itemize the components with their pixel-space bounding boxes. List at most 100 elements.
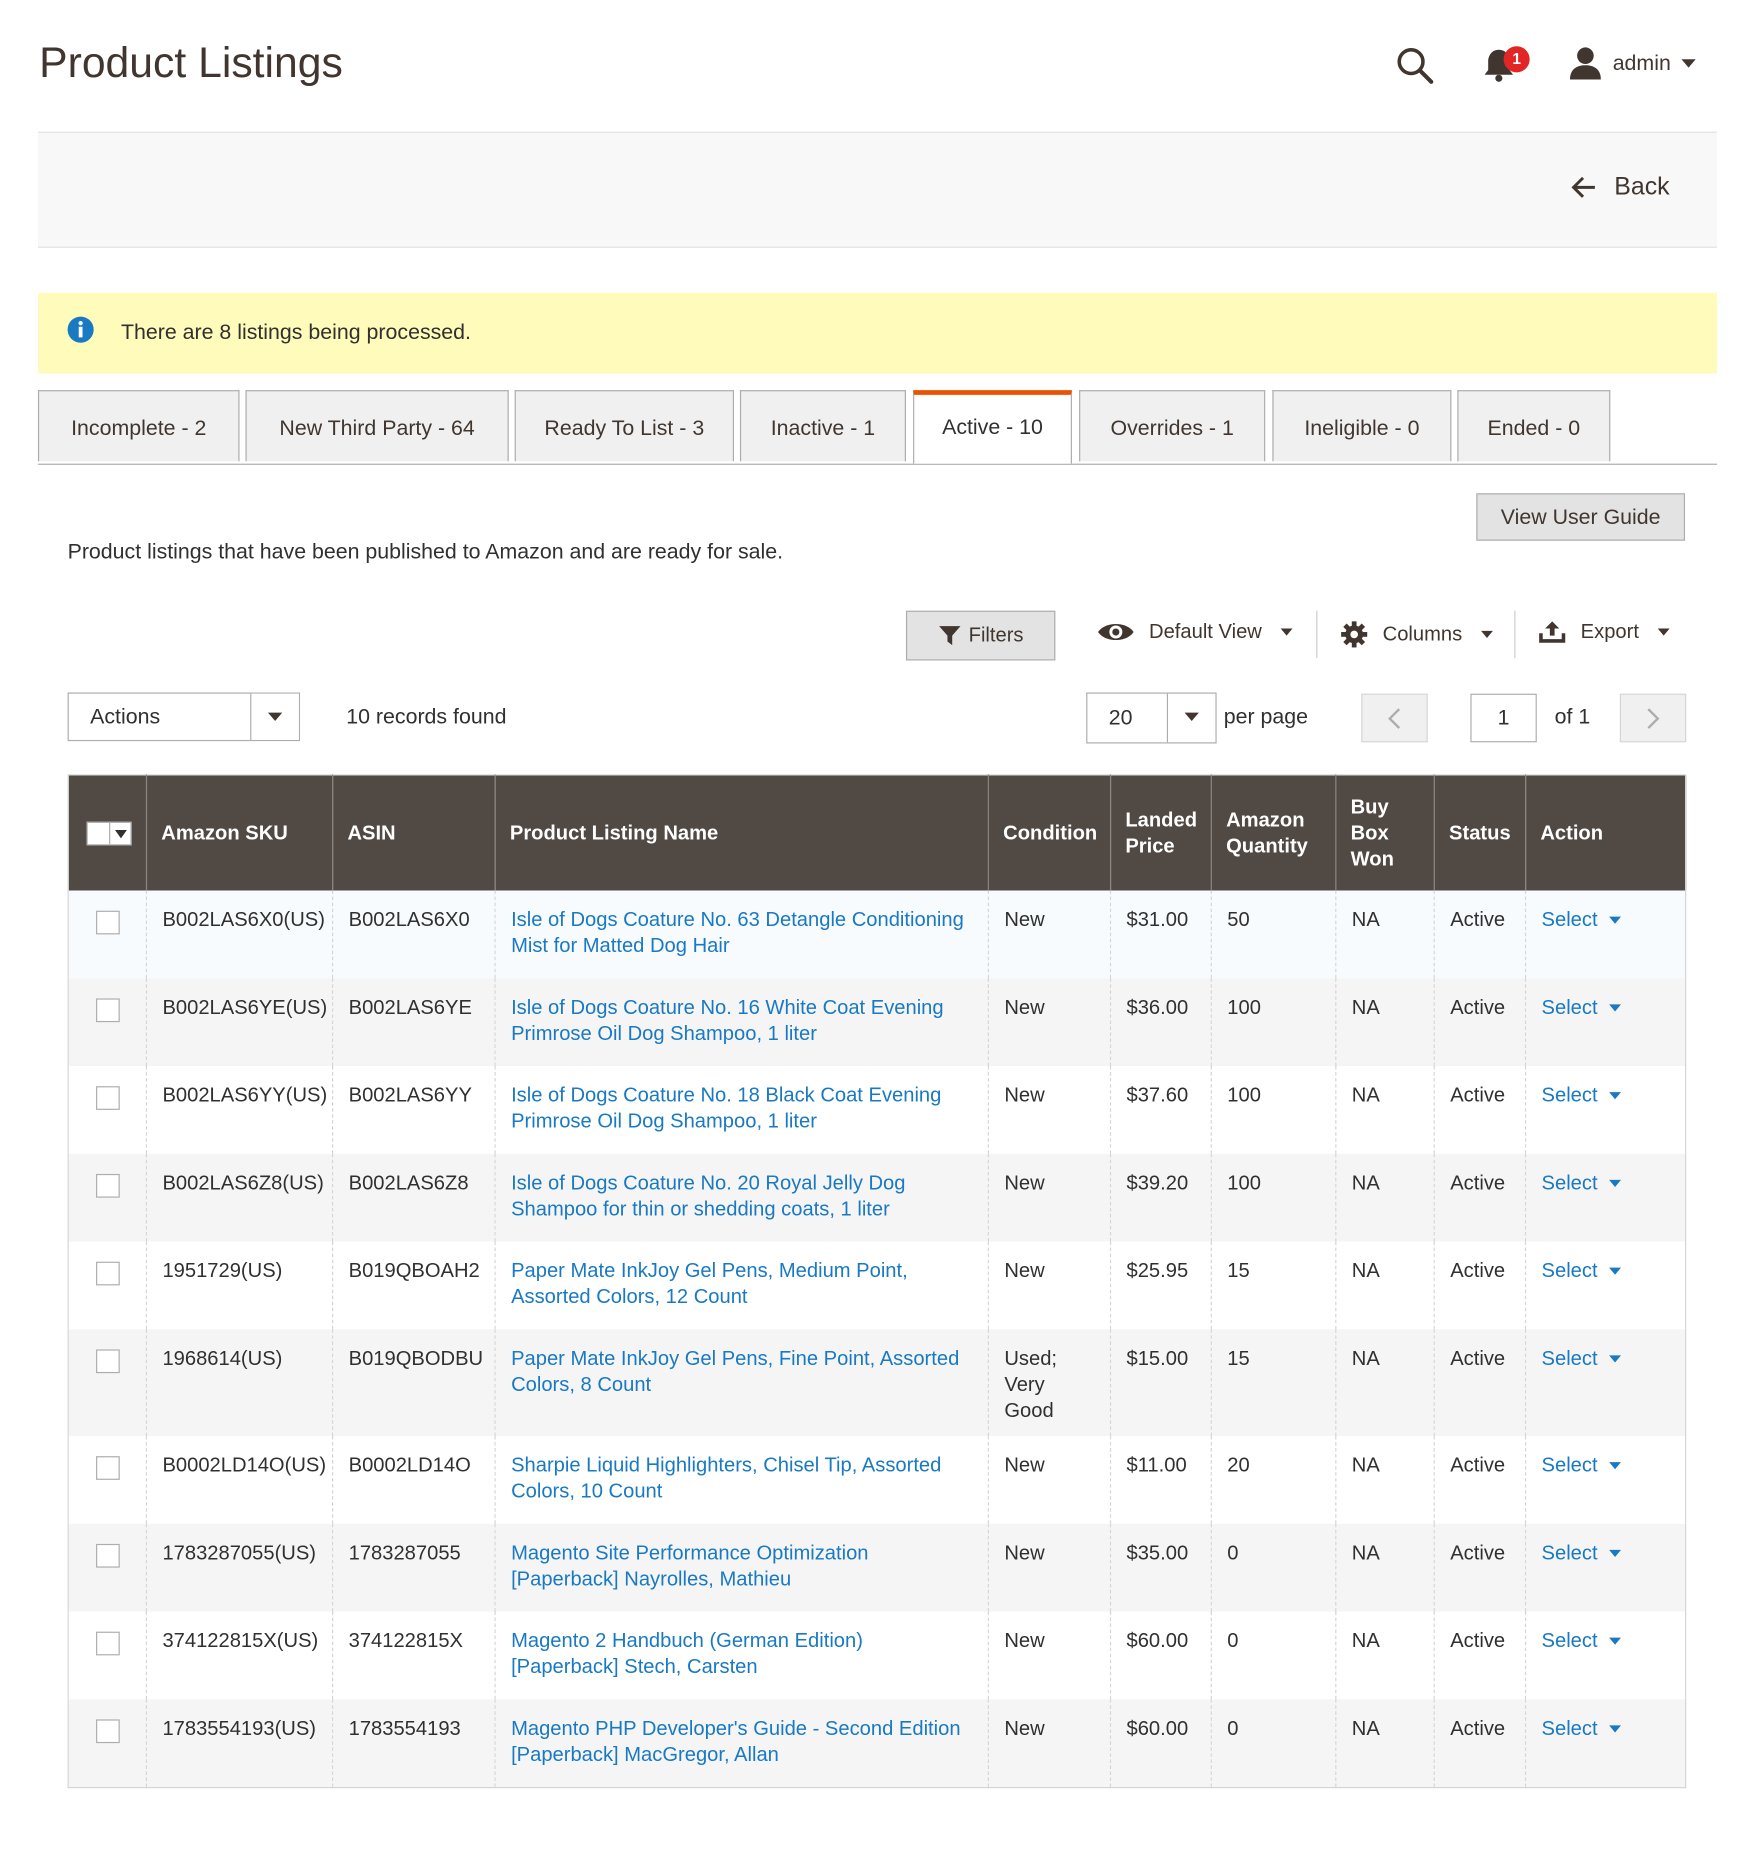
user-icon[interactable] <box>1568 45 1604 81</box>
column-header-asin[interactable]: ASIN <box>332 774 496 891</box>
row-checkbox[interactable] <box>96 1261 120 1286</box>
row-action-select[interactable]: Select <box>1542 1083 1622 1109</box>
default-view-dropdown[interactable]: Default View <box>1097 620 1293 644</box>
row-checkbox[interactable] <box>96 1086 120 1110</box>
column-header-status[interactable]: Status <box>1433 774 1526 891</box>
cell-buy-box-won: NA <box>1335 978 1435 1067</box>
row-action-select[interactable]: Select <box>1542 1258 1622 1284</box>
row-checkbox[interactable] <box>96 998 120 1023</box>
column-header-amazon-quantity[interactable]: Amazon Quantity <box>1210 774 1336 891</box>
product-name-link[interactable]: Magento 2 Handbuch (German Edition) [Pap… <box>511 1629 863 1678</box>
table-row: 1951729(US) B019QBOAH2 Paper Mate InkJoy G… <box>68 1241 1686 1330</box>
product-name-link[interactable]: Magento Site Performance Optimization [P… <box>511 1542 868 1591</box>
product-name-link[interactable]: Magento PHP Developer's Guide - Second E… <box>511 1717 960 1766</box>
cell-amazon-quantity-text: 100 <box>1227 1171 1261 1195</box>
table-row: B002LAS6X0(US) B002LAS6X0 Isle of Dogs Coa… <box>68 890 1686 979</box>
cell-select <box>68 1436 147 1524</box>
tab-new-third-party[interactable]: New Third Party - 64 <box>245 390 509 462</box>
product-name-link[interactable]: Isle of Dogs Coature No. 20 Royal Jelly … <box>511 1172 905 1221</box>
cell-status: Active <box>1433 1241 1526 1330</box>
cell-asin: B002LAS6YY <box>332 1066 496 1154</box>
current-page-input[interactable]: 1 <box>1470 693 1537 743</box>
row-action-select[interactable]: Select <box>1542 995 1622 1021</box>
table-row: 1968614(US) B019QBODBU Paper Mate InkJoy G… <box>68 1329 1686 1437</box>
cell-select <box>68 978 147 1067</box>
row-action-select[interactable]: Select <box>1542 1170 1622 1196</box>
info-message: There are 8 listings being processed. <box>37 292 1718 374</box>
product-name-link[interactable]: Sharpie Liquid Highlighters, Chisel Tip,… <box>511 1454 941 1503</box>
row-action-label: Select <box>1541 1083 1598 1107</box>
cell-amazon-quantity: 100 <box>1210 978 1336 1067</box>
chevron-down-icon[interactable] <box>1681 59 1696 68</box>
cell-condition: New <box>987 1241 1111 1330</box>
row-action-select[interactable]: Select <box>1542 1453 1622 1479</box>
cell-condition-text: New <box>1004 1629 1045 1652</box>
cell-action: Select <box>1524 1611 1686 1700</box>
column-header-buy-box-won[interactable]: Buy Box Won <box>1335 774 1435 891</box>
mass-actions-toggle[interactable] <box>250 693 299 740</box>
product-name-link[interactable]: Isle of Dogs Coature No. 16 White Coat E… <box>511 996 944 1045</box>
row-action-label: Select <box>1541 1347 1598 1370</box>
row-checkbox[interactable] <box>96 1719 120 1744</box>
row-action-select[interactable]: Select <box>1542 907 1622 933</box>
column-header-landed-price[interactable]: Landed Price <box>1109 774 1212 891</box>
previous-page-button[interactable] <box>1361 693 1428 743</box>
cell-amazon-sku-text: 1968614(US) <box>162 1347 283 1370</box>
cell-action: Select <box>1524 1241 1686 1330</box>
export-dropdown[interactable]: Export <box>1538 620 1670 644</box>
row-checkbox[interactable] <box>96 1173 120 1198</box>
page-title: Product Listings <box>39 37 343 87</box>
next-page-button[interactable] <box>1619 693 1687 743</box>
product-name-link[interactable]: Isle of Dogs Coature No. 63 Detangle Con… <box>511 908 964 957</box>
mass-actions-dropdown[interactable]: Actions <box>67 692 301 742</box>
admin-user-menu[interactable]: admin <box>1613 51 1671 76</box>
row-checkbox[interactable] <box>96 1349 120 1374</box>
tab-description: Product listings that have been publishe… <box>67 539 784 564</box>
tab-active[interactable]: Active - 10 <box>913 390 1072 464</box>
row-action-select[interactable]: Select <box>1542 1628 1622 1654</box>
tab-incomplete[interactable]: Incomplete - 2 <box>37 390 240 462</box>
row-action-select[interactable]: Select <box>1542 1540 1622 1566</box>
export-label: Export <box>1580 620 1639 643</box>
row-checkbox[interactable] <box>96 1543 120 1568</box>
row-action-select[interactable]: Select <box>1542 1346 1622 1372</box>
row-action-select[interactable]: Select <box>1542 1716 1622 1742</box>
per-page-toggle[interactable] <box>1166 693 1216 743</box>
mass-select-checkbox[interactable] <box>86 821 132 845</box>
cell-asin-text: B002LAS6YE <box>348 996 472 1019</box>
cell-status: Active <box>1433 1699 1526 1788</box>
product-name-link[interactable]: Paper Mate InkJoy Gel Pens, Medium Point… <box>511 1259 908 1308</box>
tab-ineligible[interactable]: Ineligible - 0 <box>1272 390 1452 462</box>
cell-buy-box-won-text: NA <box>1351 1083 1380 1107</box>
tab-ready-to-list[interactable]: Ready To List - 3 <box>514 390 735 462</box>
column-header-condition[interactable]: Condition <box>987 774 1111 891</box>
row-checkbox[interactable] <box>96 1631 120 1656</box>
tab-inactive[interactable]: Inactive - 1 <box>739 390 906 462</box>
cell-buy-box-won-text: NA <box>1351 1541 1380 1565</box>
notification-count-badge[interactable]: 1 <box>1503 46 1530 73</box>
row-action-label: Select <box>1541 1541 1598 1565</box>
cell-asin: 1783287055 <box>332 1523 496 1612</box>
per-page-select[interactable]: 20 <box>1086 692 1217 744</box>
cell-buy-box-won-text: NA <box>1351 1629 1380 1652</box>
column-header-amazon-sku[interactable]: Amazon SKU <box>145 774 333 891</box>
back-button[interactable]: Back <box>1571 173 1670 201</box>
tab-ended[interactable]: Ended - 0 <box>1457 390 1611 462</box>
chevron-down-icon <box>1609 1267 1622 1275</box>
search-icon[interactable] <box>1395 45 1435 85</box>
row-checkbox[interactable] <box>96 910 120 935</box>
cell-status-text: Active <box>1450 1171 1506 1195</box>
cell-amazon-sku: B002LAS6X0(US) <box>145 890 333 979</box>
cell-buy-box-won-text: NA <box>1351 1259 1380 1282</box>
columns-dropdown[interactable]: Columns <box>1340 620 1494 648</box>
filters-button[interactable]: Filters <box>905 610 1056 661</box>
column-header-product-listing-name[interactable]: Product Listing Name <box>494 774 989 891</box>
tab-overrides[interactable]: Overrides - 1 <box>1079 390 1266 462</box>
product-name-link[interactable]: Isle of Dogs Coature No. 18 Black Coat E… <box>511 1084 941 1133</box>
view-user-guide-button[interactable]: View User Guide <box>1476 493 1686 541</box>
cell-amazon-sku: B002LAS6Z8(US) <box>145 1153 333 1242</box>
row-checkbox[interactable] <box>96 1456 120 1480</box>
mass-actions-label: Actions <box>90 704 161 729</box>
product-name-link[interactable]: Paper Mate InkJoy Gel Pens, Fine Point, … <box>511 1347 959 1396</box>
row-action-label: Select <box>1541 1629 1598 1652</box>
